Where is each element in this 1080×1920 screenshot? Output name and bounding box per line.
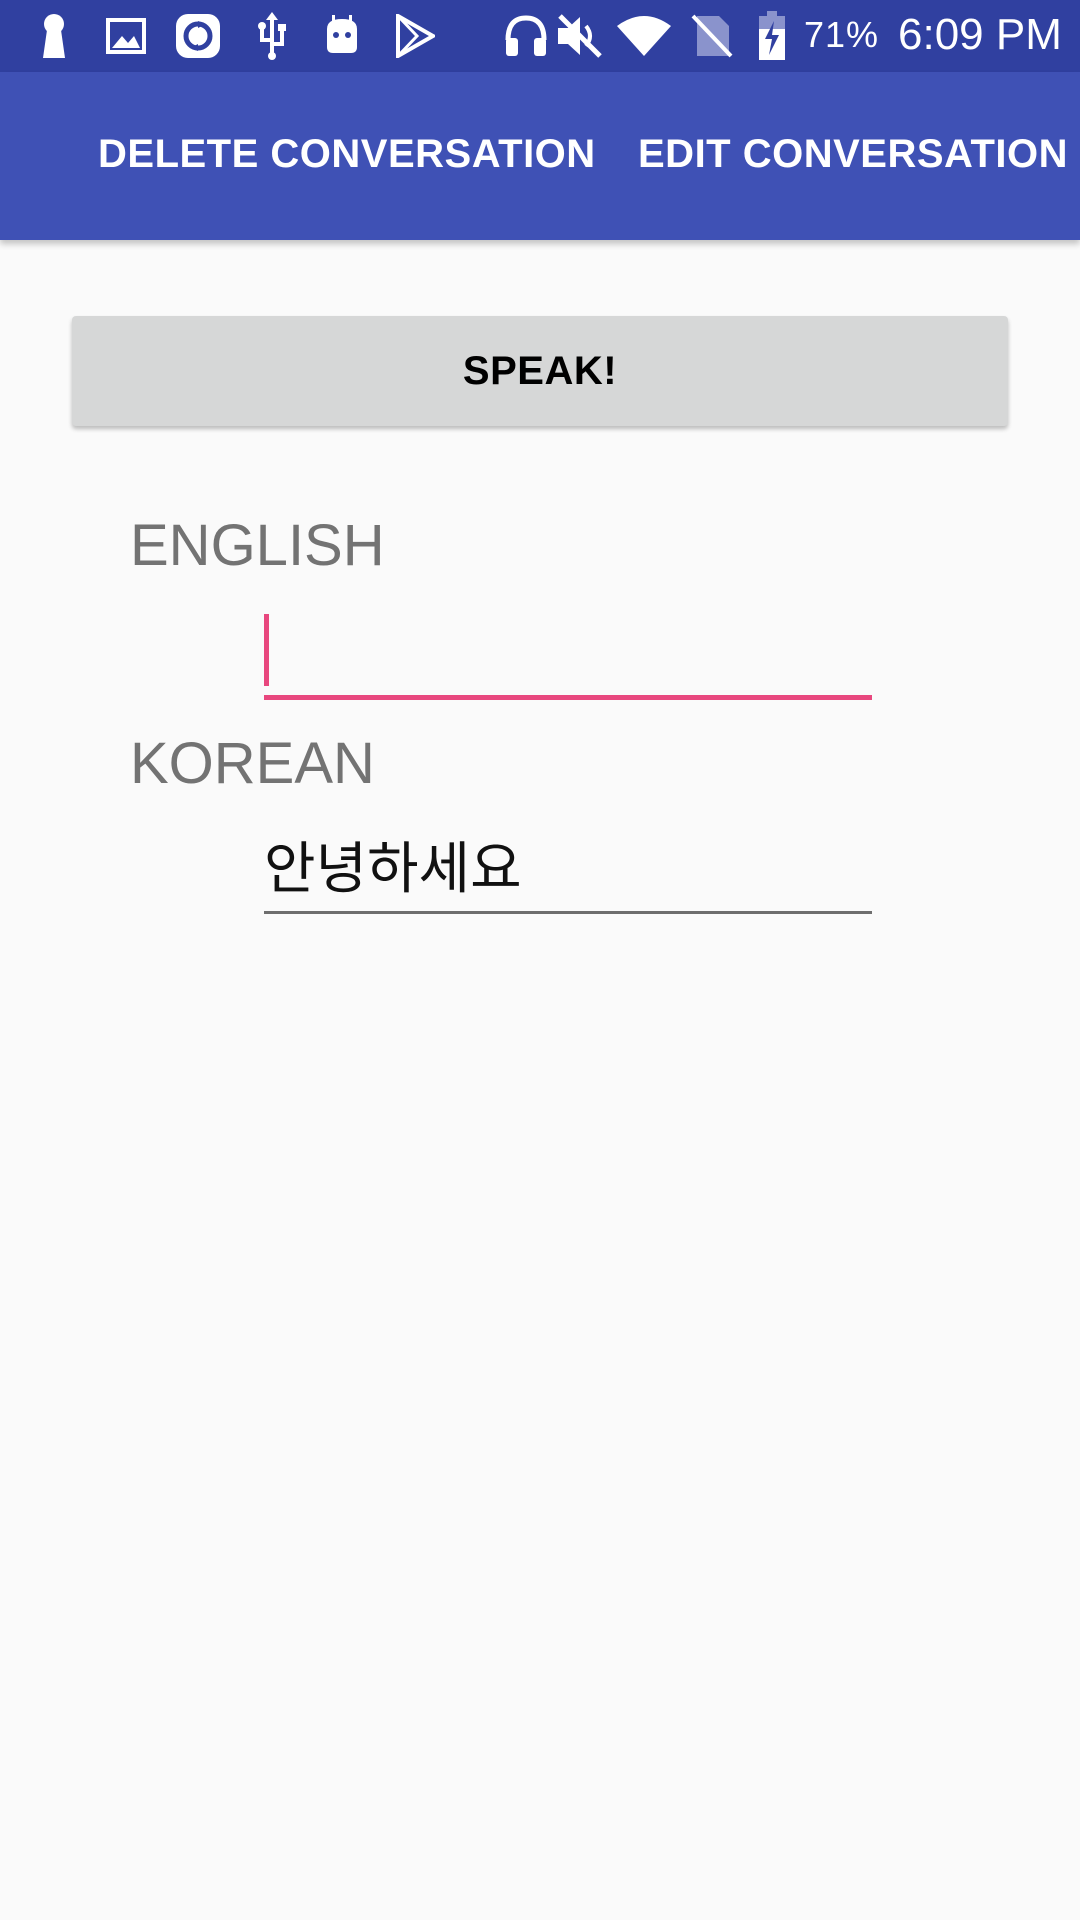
- english-label: ENGLISH: [130, 513, 385, 578]
- delete-conversation-button[interactable]: DELETE CONVERSATION: [98, 132, 596, 177]
- battery-charging-icon: [756, 11, 788, 60]
- keyhole-icon: [36, 12, 72, 60]
- app-bar: DELETE CONVERSATION EDIT CONVERSATION: [0, 72, 1080, 240]
- mute-icon: [556, 12, 604, 60]
- edit-conversation-button[interactable]: EDIT CONVERSATION: [638, 132, 1068, 177]
- headphones-icon: [504, 12, 548, 60]
- text-cursor: [264, 614, 269, 686]
- clock: 6:09 PM: [898, 10, 1062, 59]
- english-input[interactable]: [264, 612, 872, 700]
- battery-percent: 71%: [804, 14, 880, 55]
- play-store-icon: [394, 12, 436, 60]
- no-sim-icon: [690, 12, 734, 60]
- wifi-icon: [614, 12, 674, 60]
- android-icon: [322, 12, 362, 60]
- speak-button[interactable]: SPEAK!: [72, 316, 1008, 426]
- usb-icon: [252, 12, 292, 60]
- image-icon: [104, 12, 148, 60]
- sync-icon: [174, 12, 222, 60]
- korean-input[interactable]: 안녕하세요: [264, 830, 872, 914]
- status-bar: 71% 6:09 PM: [0, 0, 1080, 72]
- korean-label: KOREAN: [130, 731, 375, 796]
